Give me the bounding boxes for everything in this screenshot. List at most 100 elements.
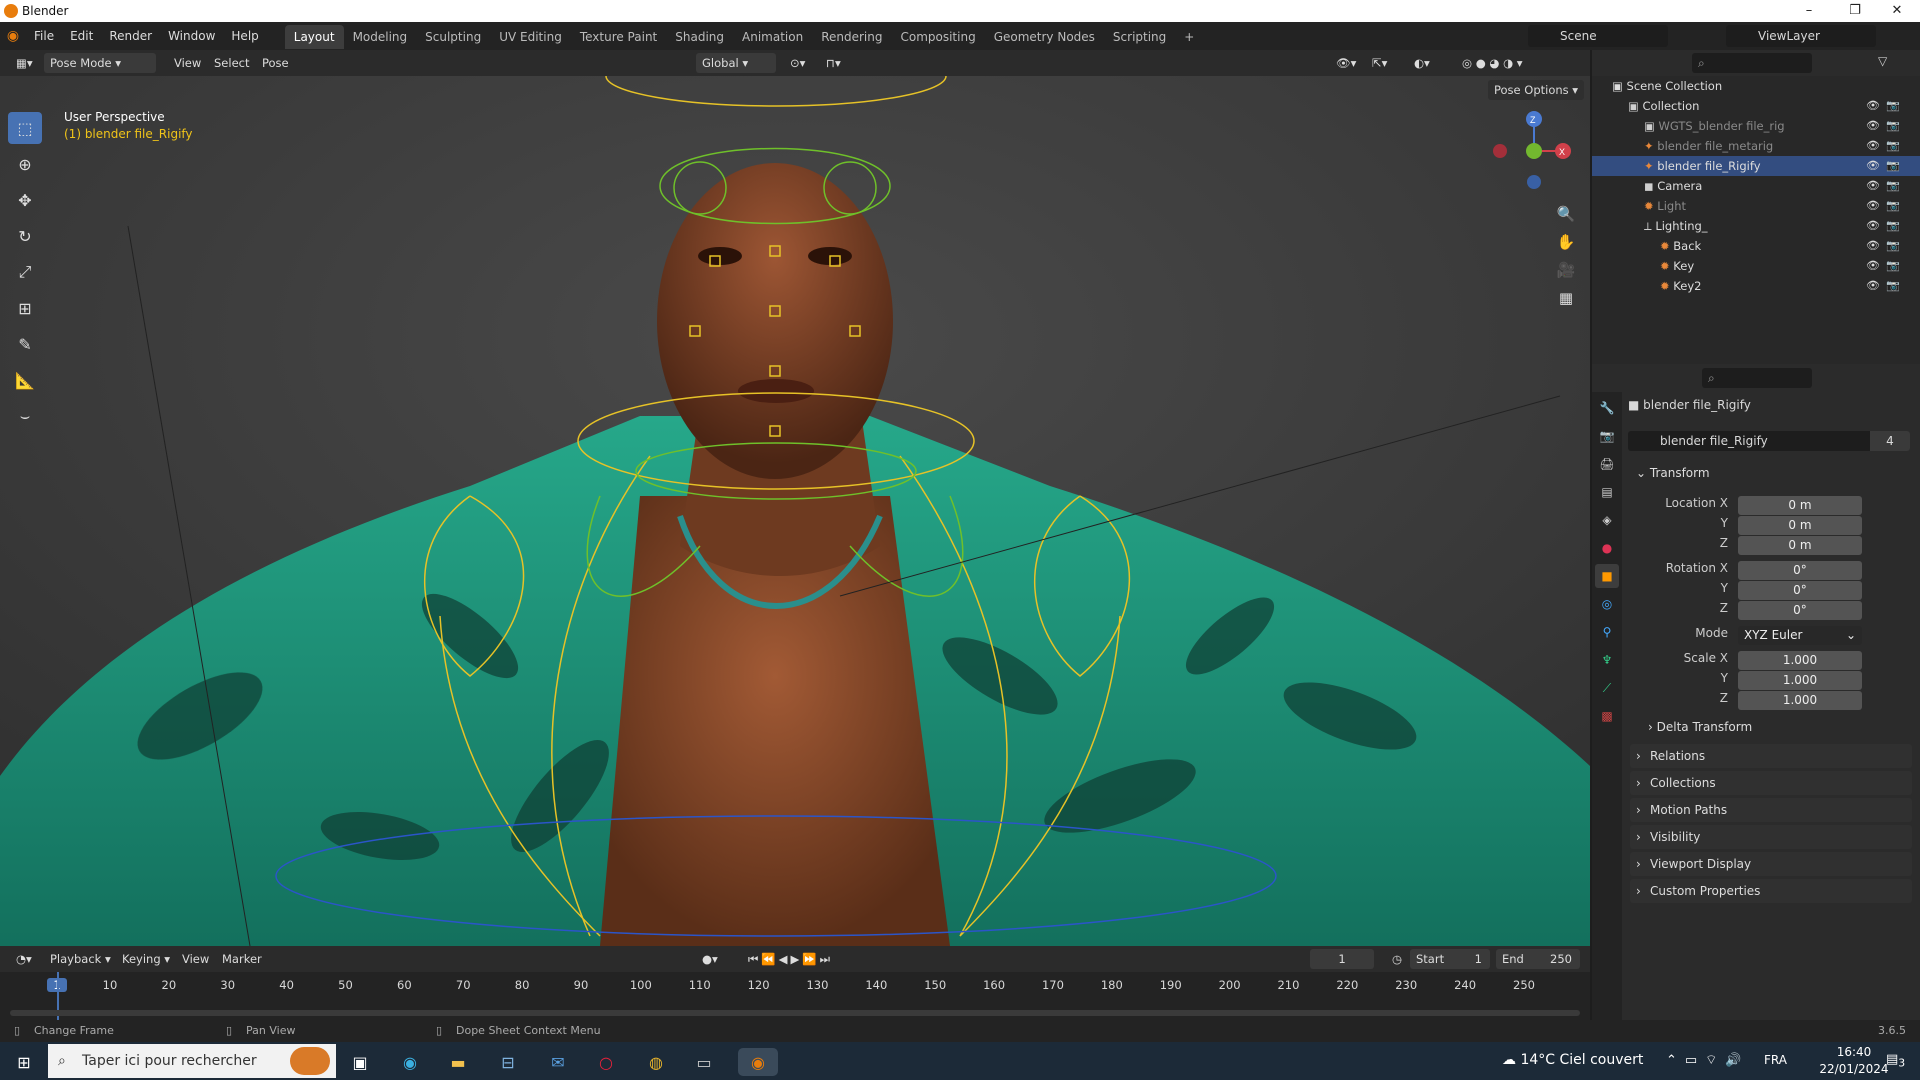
start-frame-field[interactable]: Start 1	[1410, 949, 1490, 969]
blender-menu-icon[interactable]: ◉	[0, 28, 26, 44]
visibility-eye-icon[interactable]: 👁	[1866, 96, 1880, 116]
zoom-icon[interactable]: 🔍	[1554, 200, 1578, 228]
close-button[interactable]: ✕	[1874, 0, 1920, 22]
texture-tab-icon[interactable]: ▩	[1595, 704, 1619, 728]
pose-breakdown-icon[interactable]: ⌣	[8, 400, 42, 432]
edge-icon[interactable]: ◉	[396, 1048, 424, 1076]
render-toggle-icon[interactable]: 📷	[1886, 196, 1900, 216]
notifications-icon[interactable]: ▤3	[1886, 1052, 1905, 1070]
location-x-field[interactable]: 0 m	[1738, 496, 1862, 515]
rotation-y-field[interactable]: 0°	[1738, 581, 1862, 600]
record-button[interactable]: ●▾	[696, 949, 724, 969]
file-explorer-icon[interactable]: ▬	[444, 1048, 472, 1076]
mail-icon[interactable]: ✉	[544, 1048, 572, 1076]
blender-taskbar-icon[interactable]: ◉	[738, 1048, 778, 1076]
rotation-x-field[interactable]: 0°	[1738, 561, 1862, 580]
location-y-field[interactable]: 0 m	[1738, 516, 1862, 535]
gizmo-icon[interactable]: ⇱▾	[1366, 53, 1393, 73]
scale-z-field[interactable]: 1.000	[1738, 691, 1862, 710]
orientation-dropdown[interactable]: Global ▾	[696, 53, 776, 73]
maximize-button[interactable]: ❐	[1832, 0, 1878, 22]
render-toggle-icon[interactable]: 📷	[1886, 96, 1900, 116]
minimize-button[interactable]: –	[1786, 0, 1832, 22]
visibility-eye-icon[interactable]: 👁	[1866, 276, 1880, 296]
render-toggle-icon[interactable]: 📷	[1886, 176, 1900, 196]
outliner-scene-collection[interactable]: ▣ Scene Collection	[1592, 76, 1920, 96]
app-window-icon[interactable]: ▭	[690, 1048, 718, 1076]
store-icon[interactable]: ⊟	[494, 1048, 522, 1076]
menu-help[interactable]: Help	[223, 22, 266, 50]
render-toggle-icon[interactable]: 📷	[1886, 136, 1900, 156]
properties-panel-header[interactable]: › Motion Paths	[1630, 798, 1912, 822]
preview-range-icon[interactable]: ◷	[1386, 949, 1408, 969]
visibility-eye-icon[interactable]: 👁	[1866, 256, 1880, 276]
tab-uv-editing[interactable]: UV Editing	[490, 25, 571, 49]
timeline[interactable]: 1102030405060708090100110120130140150160…	[0, 972, 1590, 1020]
render-toggle-icon[interactable]: 📷	[1886, 276, 1900, 296]
tab-sculpting[interactable]: Sculpting	[416, 25, 490, 49]
outliner-row[interactable]: ✹ Back 👁 📷	[1592, 236, 1920, 256]
playback-controls[interactable]: ⏮⏪◀▶⏩⏭	[742, 949, 839, 969]
clock[interactable]: 16:40 22/01/2024	[1814, 1044, 1894, 1078]
weather-widget[interactable]: ☁ 14°C Ciel couvert	[1502, 1052, 1643, 1068]
properties-panel-header[interactable]: › Custom Properties	[1630, 879, 1912, 903]
visibility-eye-icon[interactable]: 👁	[1866, 216, 1880, 236]
viewlayer-selector[interactable]: ViewLayer	[1726, 25, 1876, 47]
current-frame-field[interactable]: 1	[1310, 949, 1374, 969]
tab-scripting[interactable]: Scripting	[1104, 25, 1175, 49]
location-z-field[interactable]: 0 m	[1738, 536, 1862, 555]
outliner-row[interactable]: ▣ WGTS_blender file_rig 👁 📷	[1592, 116, 1920, 136]
properties-panel-header[interactable]: › Relations	[1630, 744, 1912, 768]
render-toggle-icon[interactable]: 📷	[1886, 256, 1900, 276]
measure-tool-icon[interactable]: 📐	[8, 364, 42, 396]
menu-pose[interactable]: Pose	[256, 53, 295, 73]
move-tool-icon[interactable]: ✥	[8, 184, 42, 216]
visibility-eye-icon[interactable]: 👁	[1866, 116, 1880, 136]
scale-x-field[interactable]: 1.000	[1738, 651, 1862, 670]
visibility-eye-icon[interactable]: 👁	[1866, 176, 1880, 196]
camera-view-icon[interactable]: 🎥	[1554, 256, 1578, 284]
output-tab-icon[interactable]: 🖨	[1595, 452, 1619, 476]
tab-layout[interactable]: Layout	[284, 25, 344, 49]
pose-options-dropdown[interactable]: Pose Options ▾	[1488, 80, 1585, 100]
properties-panel-header[interactable]: › Viewport Display	[1630, 852, 1912, 876]
outliner-row[interactable]: ▣ Collection 👁 📷	[1592, 96, 1920, 116]
outliner-row[interactable]: ✹ Light 👁 📷	[1592, 196, 1920, 216]
tab-animation[interactable]: Animation	[733, 25, 812, 49]
tab-rendering[interactable]: Rendering	[812, 25, 891, 49]
properties-search-input[interactable]: ⌕	[1702, 368, 1812, 388]
transform-tool-icon[interactable]: ⊞	[8, 292, 42, 324]
rotate-tool-icon[interactable]: ↻	[8, 220, 42, 252]
timeline-scrollbar[interactable]	[10, 1010, 1580, 1016]
tab-texture-paint[interactable]: Texture Paint	[571, 25, 666, 49]
select-box-tool-icon[interactable]: ⬚	[8, 112, 42, 144]
outliner-row[interactable]: ⟂ Lighting_ 👁 📷	[1592, 216, 1920, 236]
delta-transform-header[interactable]: › Delta Transform	[1648, 720, 1752, 734]
properties-panel-header[interactable]: › Visibility	[1630, 825, 1912, 849]
tab-modeling[interactable]: Modeling	[344, 25, 417, 49]
tab-shading[interactable]: Shading	[666, 25, 733, 49]
pan-hand-icon[interactable]: ✋	[1554, 228, 1578, 256]
menu-marker[interactable]: Marker	[216, 949, 268, 969]
object-datablock-field[interactable]: blender file_Rigify 4	[1628, 431, 1910, 451]
menu-view[interactable]: View	[168, 53, 207, 73]
rotation-z-field[interactable]: 0°	[1738, 601, 1862, 620]
menu-window[interactable]: Window	[160, 22, 223, 50]
properties-panel-header[interactable]: › Collections	[1630, 771, 1912, 795]
visibility-eye-icon[interactable]: 👁	[1866, 136, 1880, 156]
chrome-icon[interactable]: ◍	[642, 1048, 670, 1076]
transform-panel-header[interactable]: ⌄ Transform	[1636, 466, 1710, 480]
visibility-icon[interactable]: 👁▾	[1330, 53, 1362, 73]
opera-icon[interactable]: ○	[592, 1048, 620, 1076]
tab-compositing[interactable]: Compositing	[891, 25, 984, 49]
outliner-search-input[interactable]: ⌕	[1692, 53, 1812, 73]
snap-icon[interactable]: ⊓▾	[820, 53, 847, 73]
taskbar-search-box[interactable]: ⌕ Taper ici pour rechercher	[48, 1044, 336, 1078]
editor-type-button[interactable]: ▦▾	[10, 53, 39, 73]
cursor-tool-icon[interactable]: ⊕	[8, 148, 42, 180]
render-toggle-icon[interactable]: 📷	[1886, 156, 1900, 176]
mode-dropdown[interactable]: Pose Mode ▾	[44, 53, 156, 73]
visibility-eye-icon[interactable]: 👁	[1866, 236, 1880, 256]
scale-tool-icon[interactable]: ⤢	[8, 256, 42, 288]
outliner-row[interactable]: ◼ Camera 👁 📷	[1592, 176, 1920, 196]
